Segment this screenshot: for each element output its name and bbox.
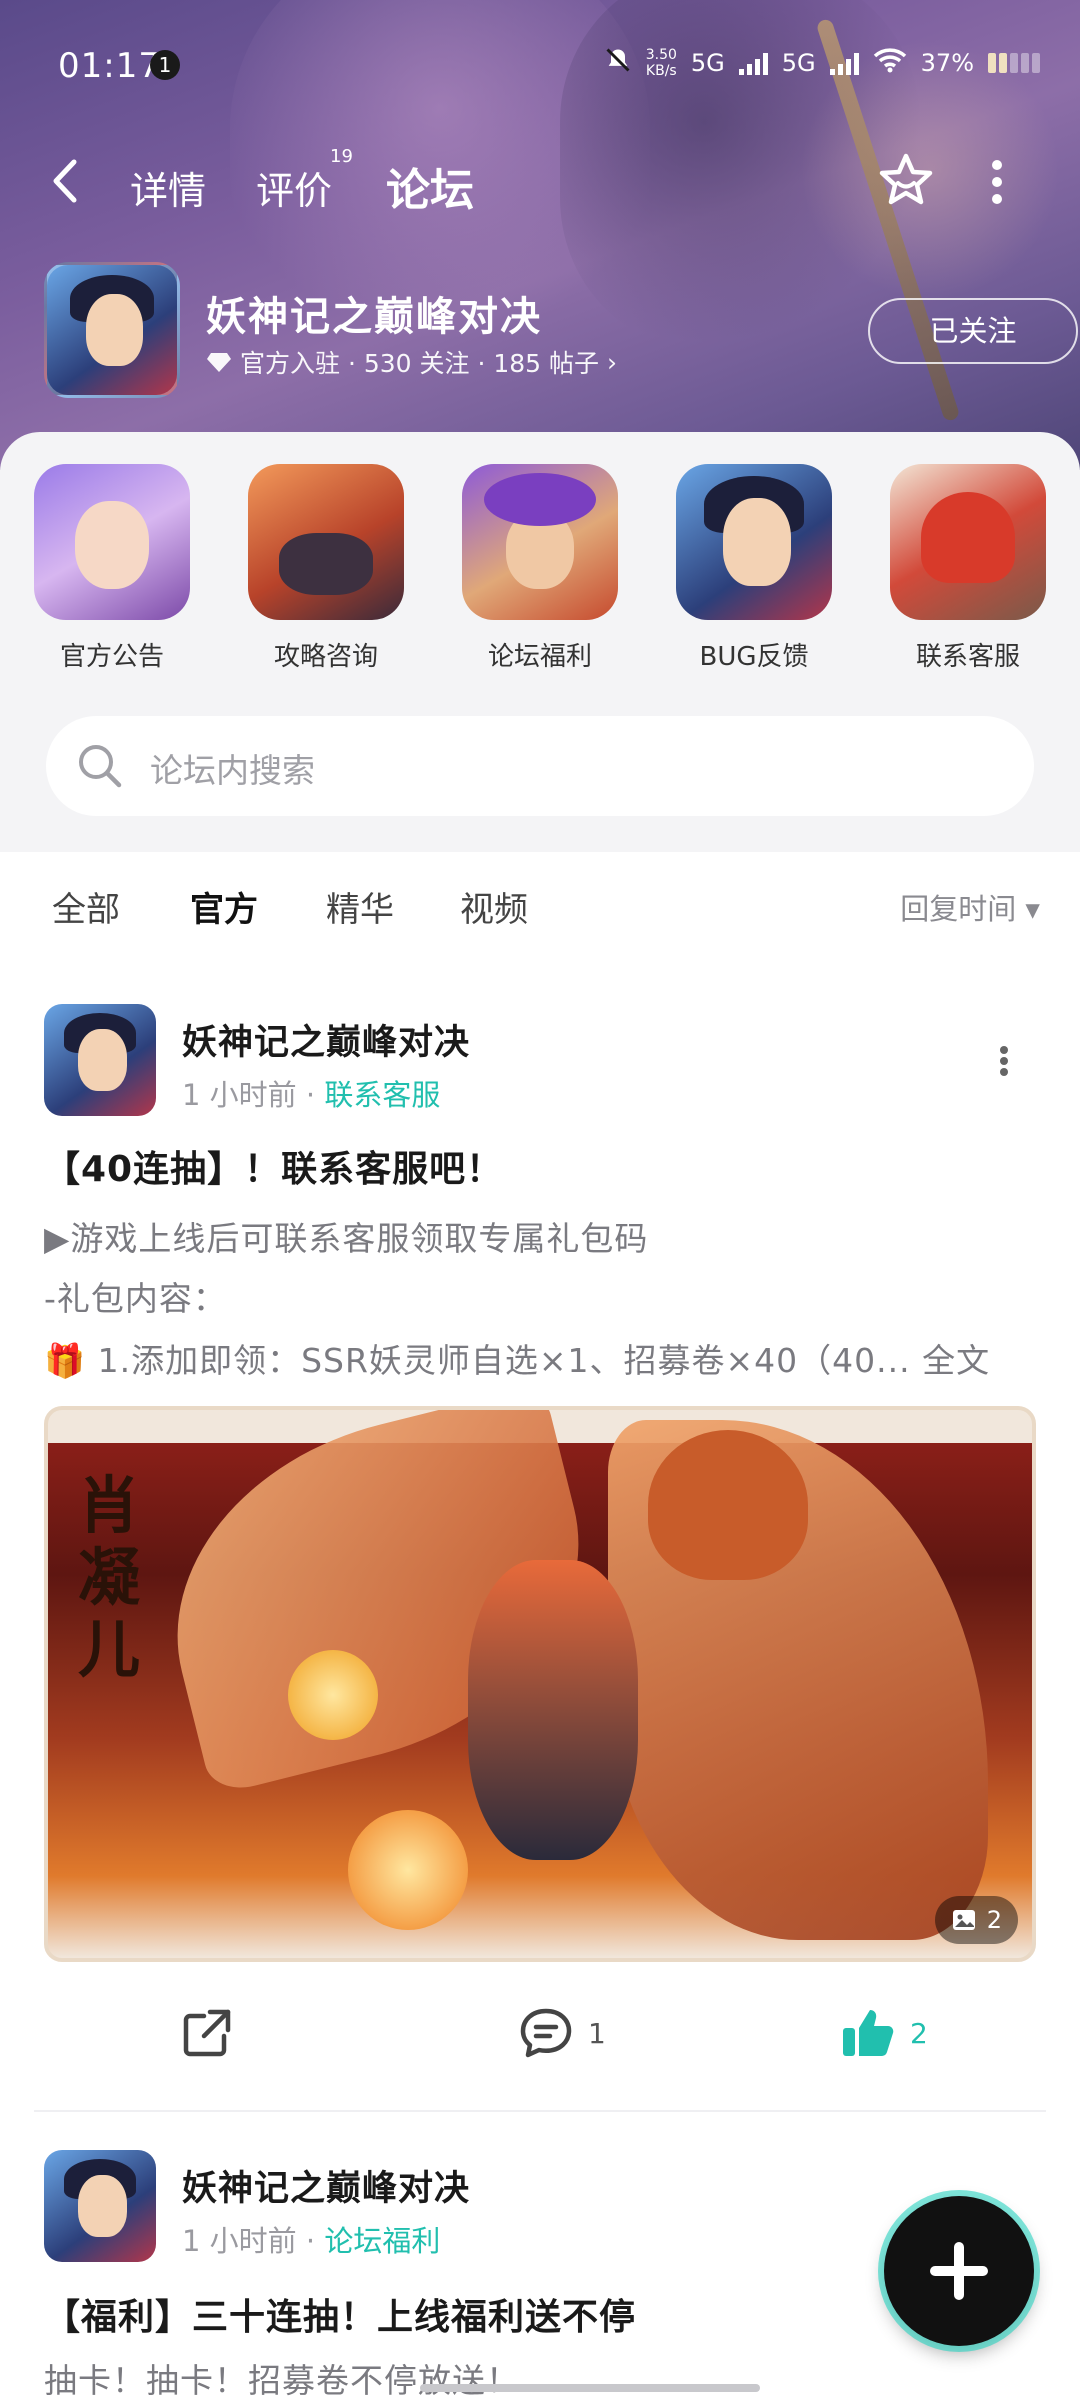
phoenix-head-art [648,1430,808,1580]
announcements-thumbnail [34,464,190,620]
post-more-icon[interactable] [1000,1046,1010,1076]
game-meta[interactable]: 官方入驻 · 530 关注 · 185 帖子 › [206,344,617,380]
network-speed: 3.50 KB/s [645,47,677,79]
like-count: 2 [910,2016,928,2050]
game-hero-header: 01:17 1 3.50KB/s 5G 5G 37% 详情 评价 19 论坛 [0,0,1080,470]
share-button[interactable] [180,2006,234,2060]
shortcut-forum-benefits[interactable]: 论坛福利 [460,464,620,673]
post-author: 妖神记之巅峰对决 [182,2169,471,2209]
tab-forum[interactable]: 论坛 [386,154,474,222]
post-excerpt-line: -礼包内容： [44,1279,227,1318]
filter-tab-video[interactable]: 视频 [460,882,528,931]
customer-service-thumbnail [890,464,1046,620]
status-time: 01:17 [58,46,161,86]
shortcut-customer-service[interactable]: 联系客服 [888,464,1048,673]
shortcut-bug-report[interactable]: BUG反馈 [674,464,834,673]
like-button[interactable]: 2 [840,2006,928,2060]
create-post-fab[interactable] [884,2196,1034,2346]
status-bar: 01:17 1 3.50 KB/s 5G 5G 37% [0,46,1080,86]
favorite-star-icon[interactable] [876,150,936,210]
mute-bell-icon [604,46,632,80]
shortcut-label: BUG反馈 [699,642,809,672]
shortcut-label: 攻略咨询 [273,642,378,672]
comment-count: 1 [588,2016,606,2050]
shortcut-announcements[interactable]: 官方公告 [32,464,192,673]
shortcut-label: 论坛福利 [487,642,592,672]
post-time: 1 小时前 · 联系客服 [182,1078,441,1112]
comment-icon [520,2008,572,2058]
battery-percent: 37% [920,49,974,77]
top-navigation: 详情 评价 19 论坛 [0,146,1080,222]
post-excerpt-line: 抽卡！抽卡！招募卷不停放送！ [44,2361,520,2400]
game-info: 妖神记之巅峰对决 官方入驻 · 530 关注 · 185 帖子 › 已关注 [44,262,1078,402]
shortcut-label: 联系客服 [915,642,1020,672]
post-actions: 1 2 [0,1996,1080,2076]
reviews-count-badge: 19 [330,146,353,167]
orb-art [348,1810,468,1930]
post-excerpt-line: ▶游戏上线后可联系客服领取专属礼包码 [44,1219,649,1258]
game-icon[interactable] [44,262,180,398]
signal-icon [738,51,768,75]
diamond-icon [207,353,231,372]
guides-thumbnail [248,464,404,620]
character-art [468,1560,638,1860]
orb-art [288,1650,378,1740]
benefits-thumbnail [462,464,618,620]
post-image[interactable]: 肖凝儿 2 [44,1406,1036,1962]
sim1-label: 5G [690,49,725,77]
signal-icon-2 [829,51,859,75]
post-excerpt-line: 🎁 1.添加即领：SSR妖灵师自选×1、招募卷×40（40... 全文 [44,1341,991,1380]
thumbs-up-icon [843,2010,894,2056]
search-placeholder: 论坛内搜索 [150,751,315,790]
post-filter-tabs: 全部 官方 精华 视频 回复时间 ▾ [0,852,1080,972]
post-title: 【40连抽】！联系客服吧！ [44,1149,504,1190]
filter-tab-featured[interactable]: 精华 [326,882,394,931]
filter-tab-all[interactable]: 全部 [52,882,120,931]
avatar[interactable] [44,1004,156,1116]
back-arrow-icon[interactable] [50,158,80,212]
post-time: 1 小时前 · 论坛福利 [182,2224,441,2258]
bug-report-thumbnail [676,464,832,620]
chevron-right-icon: › [607,347,618,377]
post-category[interactable]: 联系客服 [324,1078,440,1112]
sort-dropdown[interactable]: 回复时间 ▾ [900,886,1040,928]
forum-shortcuts: 官方公告 攻略咨询 论坛福利 BUG反馈 联系客服 [0,464,1080,694]
banner-character-name: 肖凝儿 [78,1469,141,1686]
notification-count-badge: 1 [150,50,180,80]
avatar[interactable] [44,2150,156,2262]
post-title: 【福利】三十连抽！上线福利送不停 [44,2297,637,2338]
comment-button[interactable]: 1 [518,2006,606,2060]
wifi-icon [873,47,907,79]
follow-button[interactable]: 已关注 [868,298,1078,364]
shortcut-guides[interactable]: 攻略咨询 [246,464,406,673]
tab-details[interactable]: 详情 [130,160,206,215]
forum-panel: 官方公告 攻略咨询 论坛福利 BUG反馈 联系客服 论坛内搜索 [0,432,1080,852]
shortcut-label: 官方公告 [59,642,164,672]
filter-tab-official[interactable]: 官方 [190,882,258,935]
game-name: 妖神记之巅峰对决 [206,294,542,340]
sim2-label: 5G [781,49,816,77]
post-category[interactable]: 论坛福利 [324,2224,440,2258]
image-count-badge: 2 [934,1896,1018,1944]
share-icon [183,2009,231,2057]
post-author: 妖神记之巅峰对决 [182,1023,471,1063]
battery-icon [988,53,1040,73]
image-icon [952,1910,975,1930]
home-indicator [420,2384,760,2392]
tab-reviews[interactable]: 评价 [256,160,332,215]
forum-search-input[interactable]: 论坛内搜索 [46,716,1034,816]
more-options-icon[interactable] [990,160,1004,204]
search-icon [76,742,124,790]
